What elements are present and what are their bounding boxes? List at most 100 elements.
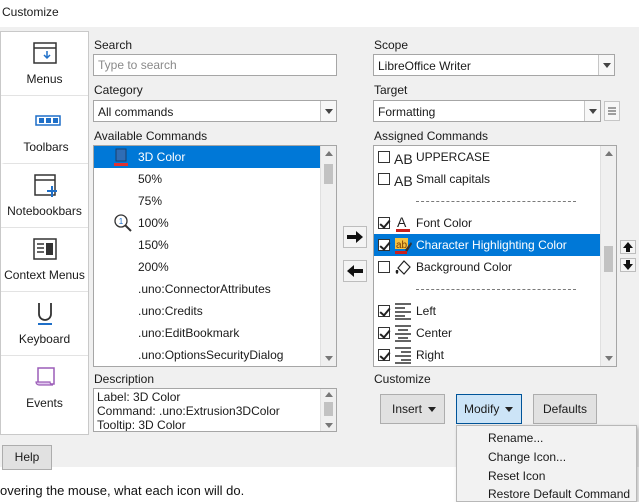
chevron-down-icon[interactable] — [584, 101, 600, 121]
list-item[interactable]: AB UPPERCASE — [374, 146, 600, 168]
description-label: Description — [94, 372, 155, 386]
visibility-checkbox[interactable] — [378, 349, 390, 361]
svg-text:AB: AB — [394, 173, 412, 188]
menus-icon — [33, 42, 57, 64]
list-item-label: 200% — [138, 260, 169, 274]
category-label: Category — [94, 83, 143, 97]
sidebar-item-toolbars[interactable]: Toolbars — [1, 100, 88, 164]
list-item-label: .uno:OptionsSecurityDialog — [138, 348, 284, 362]
description-scrollbar[interactable] — [320, 389, 336, 431]
menu-item-reset-icon[interactable]: Reset Icon — [488, 469, 545, 483]
svg-text:1: 1 — [119, 217, 124, 226]
defaults-button[interactable]: Defaults — [533, 394, 597, 424]
list-item-label: Center — [416, 326, 453, 340]
visibility-checkbox[interactable] — [378, 239, 390, 251]
list-item-label: Small capitals — [416, 172, 491, 186]
list-item[interactable]: ab Character Highlighting Color — [374, 234, 600, 256]
hamburger-icon — [608, 107, 616, 115]
svg-text:A: A — [397, 214, 407, 230]
scroll-down-icon[interactable] — [325, 356, 333, 361]
list-item-label: 100% — [138, 216, 169, 230]
category-select[interactable]: All commands — [93, 100, 337, 122]
highlighting-icon: ab — [395, 238, 412, 254]
defaults-button-label: Defaults — [542, 402, 588, 416]
events-icon — [35, 367, 55, 386]
scroll-thumb[interactable] — [324, 164, 333, 184]
assigned-commands-scrollbar[interactable] — [600, 146, 616, 366]
modify-button[interactable]: Modify — [456, 394, 522, 424]
target-options-button[interactable] — [604, 101, 620, 121]
search-input[interactable]: Type to search — [93, 54, 337, 76]
target-value: Formatting — [378, 105, 436, 119]
scroll-thumb[interactable] — [324, 402, 333, 416]
scroll-up-icon[interactable] — [325, 151, 333, 156]
description-line: Tooltip: 3D Color — [97, 418, 186, 432]
assigned-commands-list[interactable]: AB UPPERCASE AB Small capitals A Font Co… — [373, 145, 617, 367]
list-item[interactable]: 150% — [94, 234, 320, 256]
available-commands-list[interactable]: 3D Color 50% 75% 1 100% 150% 200% .uno:C… — [93, 145, 337, 367]
help-button[interactable]: Help — [2, 445, 52, 470]
list-item[interactable]: Center — [374, 322, 600, 344]
target-label: Target — [374, 83, 408, 97]
sidebar-item-context-menus[interactable]: Context Menus — [1, 228, 88, 292]
list-item[interactable]: 50% — [94, 168, 320, 190]
sidebar-item-label: Context Menus — [4, 268, 85, 282]
sidebar-item-events[interactable]: Events — [1, 356, 88, 420]
list-item[interactable]: A Font Color — [374, 212, 600, 234]
visibility-checkbox[interactable] — [378, 305, 390, 317]
modify-menu: Rename... Change Icon... Reset Icon Rest… — [456, 425, 637, 502]
chevron-down-icon[interactable] — [598, 55, 614, 75]
scope-select[interactable]: LibreOffice Writer — [373, 54, 615, 76]
list-item[interactable]: .uno:Credits — [94, 300, 320, 322]
list-item[interactable]: 75% — [94, 190, 320, 212]
list-item[interactable]: Right — [374, 344, 600, 366]
menu-item-restore-default[interactable]: Restore Default Command — [488, 487, 630, 501]
list-item[interactable]: .uno:OptionsSecurityDialog — [94, 344, 320, 366]
sidebar-item-notebookbars[interactable]: Notebookbars — [1, 164, 88, 228]
separator — [374, 190, 600, 212]
menu-item-rename[interactable]: Rename... — [488, 431, 543, 445]
insert-button[interactable]: Insert — [380, 394, 445, 424]
visibility-checkbox[interactable] — [378, 327, 390, 339]
list-item-label: 50% — [138, 172, 163, 186]
scroll-up-icon[interactable] — [325, 392, 333, 397]
list-item[interactable]: 1 100% — [94, 212, 320, 234]
menu-item-change-icon[interactable]: Change Icon... — [488, 450, 566, 464]
list-item[interactable]: .uno:EditBookmark — [94, 322, 320, 344]
chevron-down-icon[interactable] — [320, 101, 336, 121]
available-commands-label: Available Commands — [94, 129, 208, 143]
list-item-label: Font Color — [416, 216, 473, 230]
move-down-button[interactable] — [620, 258, 636, 272]
svg-text:AB: AB — [394, 151, 412, 166]
sidebar-item-menus[interactable]: Menus — [1, 32, 88, 96]
small-capitals-icon: AB — [394, 173, 412, 188]
scroll-down-icon[interactable] — [605, 356, 613, 361]
scroll-thumb[interactable] — [604, 246, 613, 272]
visibility-checkbox[interactable] — [378, 151, 390, 163]
list-item[interactable]: Left — [374, 300, 600, 322]
list-item[interactable]: 200% — [94, 256, 320, 278]
description-line: Command: .uno:Extrusion3DColor — [97, 404, 280, 418]
search-label: Search — [94, 38, 133, 52]
sidebar-item-label: Toolbars — [23, 140, 69, 154]
list-item[interactable]: 3D Color — [94, 146, 320, 168]
align-left-icon — [395, 303, 411, 320]
list-item-label: .uno:EditBookmark — [138, 326, 240, 340]
list-item[interactable]: .uno:ConnectorAttributes — [94, 278, 320, 300]
list-item[interactable]: Background Color — [374, 256, 600, 278]
sidebar-item-label: Notebookbars — [7, 204, 82, 218]
scroll-down-icon[interactable] — [325, 423, 333, 428]
list-item[interactable]: AB Small capitals — [374, 168, 600, 190]
sidebar-item-keyboard[interactable]: Keyboard — [1, 292, 88, 356]
available-commands-scrollbar[interactable] — [320, 146, 336, 366]
remove-command-button[interactable] — [343, 260, 367, 282]
scroll-up-icon[interactable] — [605, 151, 613, 156]
toolbars-icon — [35, 115, 61, 126]
add-command-button[interactable] — [343, 226, 367, 248]
move-up-button[interactable] — [620, 240, 636, 254]
target-select[interactable]: Formatting — [373, 100, 601, 122]
chevron-down-icon — [505, 407, 513, 412]
visibility-checkbox[interactable] — [378, 261, 390, 273]
visibility-checkbox[interactable] — [378, 173, 390, 185]
visibility-checkbox[interactable] — [378, 217, 390, 229]
